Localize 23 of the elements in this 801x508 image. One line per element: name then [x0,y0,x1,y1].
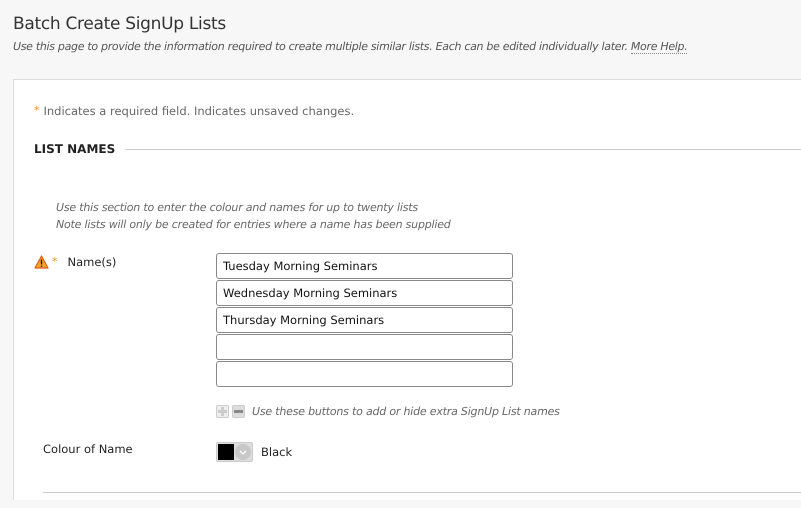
required-mark: * [52,255,58,268]
name-input[interactable]: Thursday Morning Seminars [216,307,513,333]
colour-picker[interactable] [216,442,253,462]
name-input[interactable]: Wednesday Morning Seminars [216,280,513,306]
help-link[interactable]: More Help. [630,40,688,54]
name-input[interactable] [216,361,513,387]
page-title: Batch Create SignUp Lists [13,14,227,34]
name-input[interactable] [216,334,513,360]
page-description: Use this page to provide the information required to create multiple similar lists. Each can be edited individually later. [13,40,628,53]
field-label: Colour of Name [43,442,133,456]
minus-icon [234,407,243,416]
section-instruction: Use this section to enter the colour and names for up to twenty lists [56,200,419,216]
field-label: Name(s) [68,255,116,269]
chevron-down-icon [239,450,247,454]
buttons-hint: Use these buttons to add or hide extra SignUp List names [252,405,560,418]
required-mark: * [34,104,40,118]
required-note: Indicates a required field. Indicates unsaved changes. [44,104,354,118]
name-input[interactable]: Tuesday Morning Seminars [216,253,513,279]
remove-button[interactable] [232,405,245,418]
section-heading: LIST NAMES [34,142,116,156]
section-instruction: Note lists will only be created for entries where a name has been supplied [56,217,452,233]
colour-value: Black [261,445,292,459]
plus-icon [218,407,227,416]
